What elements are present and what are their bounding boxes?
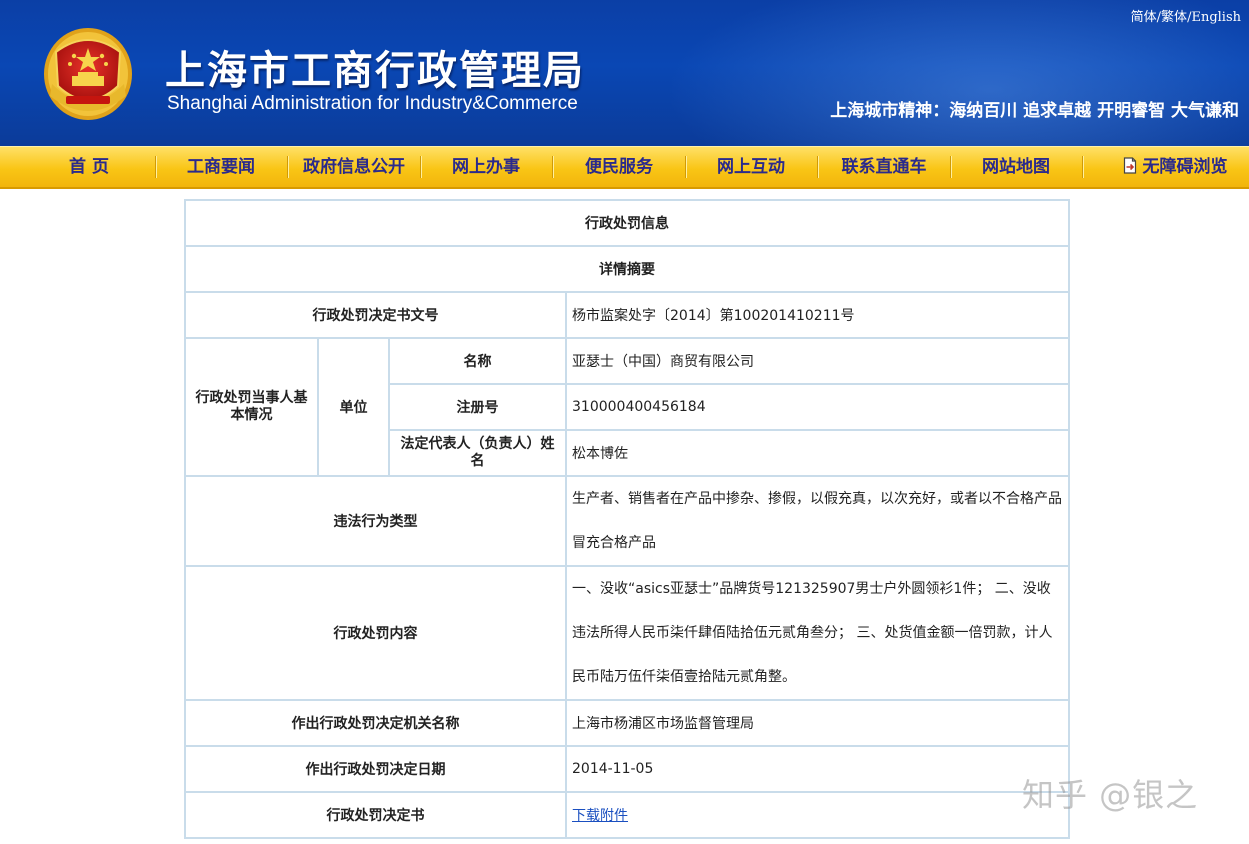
penalty-info-table: 行政处罚信息 详情摘要 行政处罚决定书文号 杨市监案处字〔2014〕第10020… — [184, 199, 1070, 839]
reg-no-value: 310000400456184 — [565, 383, 1070, 431]
name-label: 名称 — [388, 337, 567, 385]
main-nav: 首 页 工商要闻 政府信息公开 网上办事 便民服务 网上互动 联系直通车 网站地… — [0, 146, 1249, 189]
section-title: 行政处罚信息 — [184, 199, 1070, 247]
nav-item-contact[interactable]: 联系直通车 — [842, 147, 927, 187]
document-arrow-icon — [1123, 157, 1137, 174]
site-header: 上海市工商行政管理局 Shanghai Administration for I… — [0, 0, 1249, 146]
name-value: 亚瑟士（中国）商贸有限公司 — [565, 337, 1070, 385]
lang-simplified-link[interactable]: 简体 — [1131, 10, 1157, 25]
table-row: 作出行政处罚决定机关名称 上海市杨浦区市场监督管理局 — [184, 699, 1070, 747]
lang-traditional-link[interactable]: 繁体 — [1161, 10, 1187, 25]
decision-doc-cell: 下载附件 — [565, 791, 1070, 839]
nav-divider — [950, 156, 952, 178]
table-row: 详情摘要 — [184, 245, 1070, 293]
nav-divider — [420, 156, 422, 178]
violation-type-label: 违法行为类型 — [184, 475, 567, 567]
site-title: 上海市工商行政管理局 — [165, 48, 585, 94]
penalty-content-label: 行政处罚内容 — [184, 565, 567, 701]
site-subtitle: Shanghai Administration for Industry&Com… — [167, 93, 578, 114]
violation-type-value: 生产者、销售者在产品中掺杂、掺假，以假充真，以次充好，或者以不合格产品冒充合格产… — [565, 475, 1070, 567]
decision-doc-label: 行政处罚决定书 — [184, 791, 567, 839]
nav-divider — [685, 156, 687, 178]
nav-item-online-services[interactable]: 网上办事 — [452, 147, 520, 187]
nav-item-sitemap[interactable]: 网站地图 — [982, 147, 1050, 187]
table-row: 行政处罚当事人基本情况 单位 名称 亚瑟士（中国）商贸有限公司 — [184, 337, 1070, 477]
zhihu-watermark: 知乎 @银之 — [1022, 776, 1199, 814]
table-row: 行政处罚决定书 下载附件 — [184, 791, 1070, 839]
reg-no-label: 注册号 — [388, 383, 567, 431]
table-row: 作出行政处罚决定日期 2014-11-05 — [184, 745, 1070, 793]
national-emblem-icon[interactable] — [38, 22, 138, 126]
lang-english-link[interactable]: English — [1191, 10, 1241, 25]
nav-item-accessibility-label: 无障碍浏览 — [1142, 157, 1228, 177]
nav-item-accessibility[interactable]: 无障碍浏览 — [1123, 147, 1228, 187]
nav-divider — [552, 156, 554, 178]
nav-divider — [817, 156, 819, 178]
language-switcher: 简体/繁体/English — [1131, 6, 1241, 25]
nav-divider — [287, 156, 289, 178]
decision-date-value: 2014-11-05 — [565, 745, 1070, 793]
nav-item-home[interactable]: 首 页 — [69, 147, 109, 187]
nav-divider — [1082, 156, 1084, 178]
authority-value: 上海市杨浦区市场监督管理局 — [565, 699, 1070, 747]
nav-item-interaction[interactable]: 网上互动 — [717, 147, 785, 187]
doc-no-value: 杨市监案处字〔2014〕第100201410211号 — [565, 291, 1070, 339]
nav-item-public-services[interactable]: 便民服务 — [585, 147, 653, 187]
download-attachment-link[interactable]: 下载附件 — [572, 808, 628, 824]
legal-rep-value: 松本博佐 — [565, 429, 1070, 477]
table-row: 行政处罚信息 — [184, 199, 1070, 247]
decision-date-label: 作出行政处罚决定日期 — [184, 745, 567, 793]
authority-label: 作出行政处罚决定机关名称 — [184, 699, 567, 747]
penalty-content-value: 一、没收“asics亚瑟士”品牌货号121325907男士户外圆领衫1件； 二、… — [565, 565, 1070, 701]
table-row: 行政处罚内容 一、没收“asics亚瑟士”品牌货号121325907男士户外圆领… — [184, 565, 1070, 701]
doc-no-label: 行政处罚决定书文号 — [184, 291, 567, 339]
nav-item-gov-info[interactable]: 政府信息公开 — [303, 147, 405, 187]
table-row: 行政处罚决定书文号 杨市监案处字〔2014〕第100201410211号 — [184, 291, 1070, 339]
nav-item-news[interactable]: 工商要闻 — [187, 147, 255, 187]
nav-divider — [155, 156, 157, 178]
table-row: 违法行为类型 生产者、销售者在产品中掺杂、掺假，以假充真，以次充好，或者以不合格… — [184, 475, 1070, 567]
party-label: 行政处罚当事人基本情况 — [184, 337, 319, 477]
legal-rep-label: 法定代表人（负责人）姓名 — [388, 429, 567, 477]
unit-label: 单位 — [317, 337, 390, 477]
city-slogan: 上海城市精神：海纳百川 追求卓越 开明睿智 大气谦和 — [830, 101, 1239, 121]
summary-title: 详情摘要 — [184, 245, 1070, 293]
